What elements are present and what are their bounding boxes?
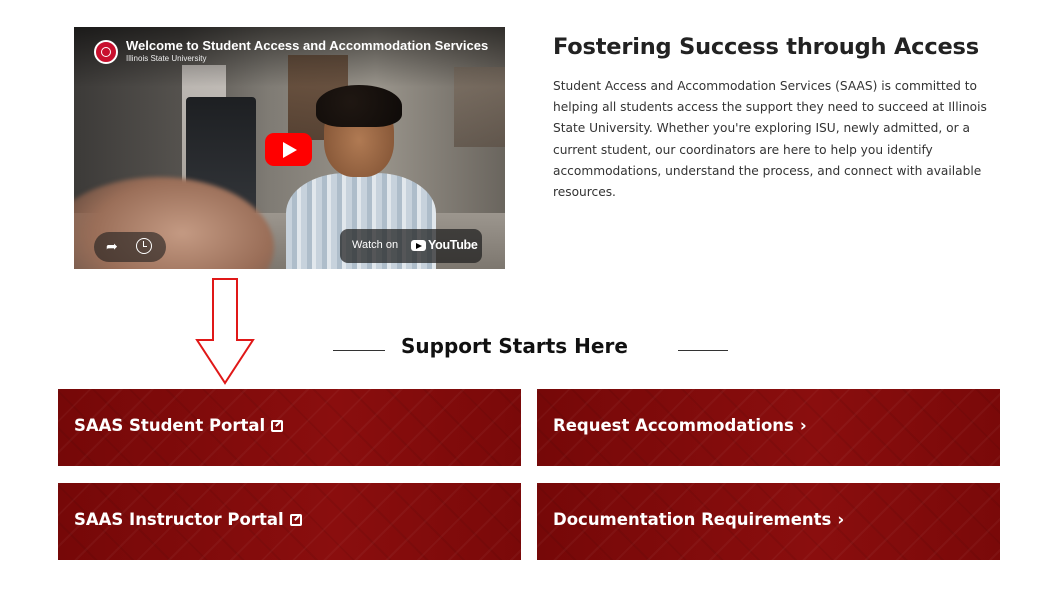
watch-on-label: Watch on — [352, 239, 399, 251]
heading-rule-right — [678, 350, 728, 351]
share-icon[interactable]: ➦ — [106, 239, 118, 255]
section-heading: Support Starts Here — [333, 334, 728, 366]
person-hair — [316, 85, 402, 127]
video-controls — [94, 232, 166, 262]
youtube-wordmark: YouTube — [428, 238, 478, 252]
section-heading-text: Support Starts Here — [401, 334, 628, 358]
external-link-icon — [289, 514, 302, 526]
chevron-right-icon: › — [837, 510, 845, 529]
button-label-wrap: Request Accommodations › — [553, 416, 807, 435]
button-label-wrap: SAAS Instructor Portal — [74, 510, 302, 529]
watch-later-icon[interactable] — [136, 238, 152, 254]
page-heading: Fostering Success through Access — [553, 34, 979, 60]
watch-on-youtube-button[interactable]: Watch on YouTube — [340, 229, 482, 263]
button-label: Documentation Requirements — [553, 510, 832, 529]
video-player[interactable]: Welcome to Student Access and Accommodat… — [74, 27, 505, 269]
button-label-wrap: Documentation Requirements › — [553, 510, 844, 529]
external-link-icon — [271, 420, 284, 432]
request-accommodations-button[interactable]: Request Accommodations › — [537, 389, 1000, 466]
youtube-play-icon — [411, 240, 426, 251]
video-title[interactable]: Welcome to Student Access and Accommodat… — [126, 38, 496, 53]
channel-logo-icon[interactable] — [94, 40, 118, 64]
button-label-wrap: SAAS Student Portal — [74, 416, 284, 435]
intro-paragraph: Student Access and Accommodation Service… — [553, 79, 987, 200]
documentation-requirements-button[interactable]: Documentation Requirements › — [537, 483, 1000, 560]
heading-rule-left — [333, 350, 385, 351]
button-label: SAAS Instructor Portal — [74, 510, 284, 529]
saas-student-portal-button[interactable]: SAAS Student Portal — [58, 389, 521, 466]
button-label: Request Accommodations — [553, 416, 794, 435]
chevron-right-icon: › — [799, 416, 807, 435]
down-arrow-icon — [195, 278, 255, 385]
button-label: SAAS Student Portal — [74, 416, 266, 435]
video-channel-name[interactable]: Illinois State University — [126, 54, 206, 63]
play-button-icon[interactable] — [265, 133, 312, 166]
saas-instructor-portal-button[interactable]: SAAS Instructor Portal — [58, 483, 521, 560]
